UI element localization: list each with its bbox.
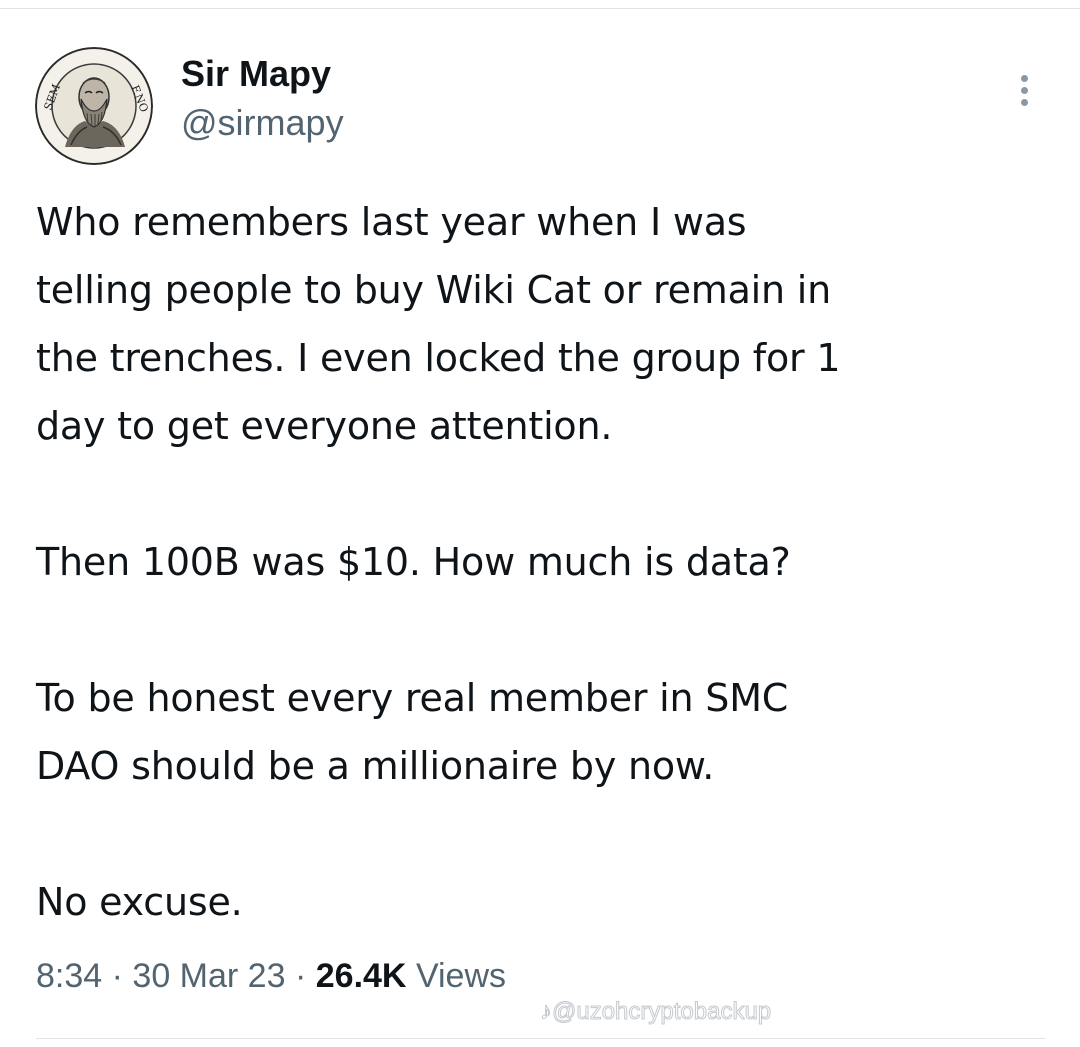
avatar-portrait-icon: SEM F.NO <box>35 47 153 165</box>
user-handle[interactable]: @sirmapy <box>181 102 344 144</box>
tweet-metadata: 8:34 · 30 Mar 23 · 26.4K Views <box>36 954 506 998</box>
bottom-divider <box>36 1038 1046 1039</box>
meta-separator: · <box>111 957 123 995</box>
tweet-paragraph: Who remembers last year when I was telli… <box>36 200 841 448</box>
views-label[interactable]: Views <box>416 957 506 995</box>
more-dot <box>1020 86 1028 94</box>
tiktok-watermark: ♪@uzohcryptobackup <box>539 998 772 1026</box>
tweet-card: SEM F.NO Sir Mapy @sirmapy Who remembers… <box>0 0 1080 1047</box>
avatar[interactable]: SEM F.NO <box>35 47 153 165</box>
tweet-text: Who remembers last year when I was telli… <box>36 188 1046 936</box>
tweet-paragraph: Then 100B was $10. How much is data? <box>36 540 791 584</box>
meta-separator: · <box>294 957 307 995</box>
tweet-paragraph: No excuse. <box>36 880 243 924</box>
tweet-time[interactable]: 8:34 <box>36 957 102 995</box>
more-options-icon[interactable] <box>1004 70 1044 110</box>
tweet-date[interactable]: 30 Mar 23 <box>132 957 285 995</box>
more-dot <box>1020 74 1028 82</box>
views-count[interactable]: 26.4K <box>316 957 407 995</box>
display-name[interactable]: Sir Mapy <box>181 53 331 95</box>
more-dot <box>1020 98 1028 106</box>
tweet-paragraph: To be honest every real member in SMC DA… <box>36 676 789 788</box>
